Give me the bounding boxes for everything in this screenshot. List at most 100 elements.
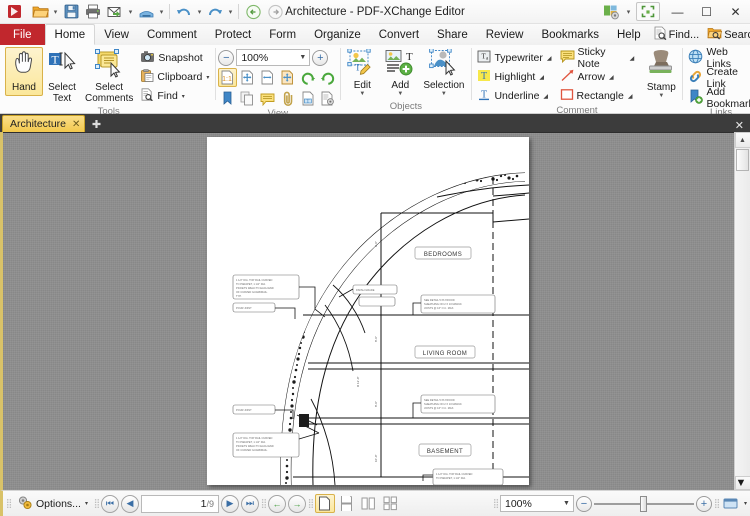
qat-scan-button[interactable] (135, 2, 157, 22)
customize-ribbon-caret[interactable]: ▾ (624, 2, 633, 22)
tab-comment[interactable]: Comment (138, 24, 206, 45)
toolbar-grip[interactable] (6, 495, 11, 513)
zoom-group-grip[interactable] (493, 495, 498, 513)
properties-pane-icon[interactable] (318, 89, 337, 108)
rectangle-caret[interactable]: ◢ (628, 93, 633, 100)
find-tool-button[interactable]: Find ▾ (137, 87, 212, 105)
add-bookmark-button[interactable]: Add Bookmark (685, 89, 750, 107)
scroll-up-arrow-icon[interactable]: ▲ (735, 132, 750, 148)
chevron-down-icon[interactable]: ▼ (563, 500, 570, 507)
document-tab-architecture[interactable]: Architecture ✕ (2, 115, 85, 132)
status-zoom-in-button[interactable]: + (696, 496, 712, 512)
qat-undo-caret[interactable]: ▾ (195, 2, 204, 22)
arrow-button[interactable]: Arrow ◢ (557, 68, 638, 86)
sticky-note-button[interactable]: Sticky Note ◢ (557, 49, 638, 67)
fit-page-icon[interactable] (238, 68, 257, 87)
rotate-right-icon[interactable] (318, 68, 337, 87)
typewriter-button[interactable]: T a Typewriter ◢ (474, 49, 554, 67)
search-button[interactable]: Search... (704, 25, 750, 44)
two-page-continuous-mode-icon[interactable] (381, 494, 401, 513)
tab-convert[interactable]: Convert (370, 24, 428, 45)
viewmode-group-grip[interactable] (308, 495, 313, 513)
web-links-button[interactable]: Web Links ▾ (685, 49, 750, 67)
options-caret[interactable]: ▾ (85, 500, 88, 507)
panel-group-grip[interactable] (714, 495, 719, 513)
comments-pane-icon[interactable] (258, 89, 277, 108)
last-page-button[interactable]: ⏭ (241, 495, 259, 513)
toggle-panel-icon[interactable] (721, 494, 741, 513)
fields-pane-icon[interactable]: T (298, 89, 317, 108)
selection-objects-button[interactable]: Selection ▼ (419, 47, 468, 99)
zoom-slider[interactable] (594, 495, 694, 513)
qat-save-button[interactable] (60, 2, 82, 22)
rotate-left-icon[interactable] (298, 68, 317, 87)
next-view-button[interactable]: → (288, 495, 306, 513)
qat-email-caret[interactable]: ▾ (126, 2, 135, 22)
sticky-note-caret[interactable]: ◢ (630, 55, 635, 62)
tab-review[interactable]: Review (477, 24, 533, 45)
thumbnails-pane-icon[interactable] (238, 89, 257, 108)
two-page-mode-icon[interactable] (359, 494, 379, 513)
minimize-button[interactable]: — (663, 0, 692, 24)
new-tab-button[interactable]: ✚ (88, 117, 104, 132)
chevron-down-icon[interactable]: ▼ (299, 54, 306, 61)
customize-ribbon-icon[interactable] (598, 1, 624, 23)
qat-previous-view-button[interactable] (242, 2, 264, 22)
fit-visible-icon[interactable] (278, 68, 297, 87)
maximize-button[interactable]: ☐ (692, 0, 721, 24)
next-page-button[interactable]: ▶ (221, 495, 239, 513)
tab-share[interactable]: Share (428, 24, 477, 45)
fit-width-icon[interactable] (258, 68, 277, 87)
qat-open-caret[interactable]: ▾ (51, 2, 60, 22)
snapshot-button[interactable]: Snapshot (137, 49, 212, 67)
qat-next-view-button[interactable] (264, 2, 286, 22)
underline-button[interactable]: T Underline ◢ (474, 87, 554, 105)
tab-form[interactable]: Form (260, 24, 305, 45)
qat-undo-button[interactable] (173, 2, 195, 22)
tab-home[interactable]: Home (45, 24, 96, 45)
first-page-button[interactable]: ⏮ (101, 495, 119, 513)
close-icon[interactable]: ✕ (72, 119, 80, 130)
stamp-caret[interactable]: ▼ (658, 94, 664, 99)
zoom-out-button[interactable]: − (218, 50, 234, 66)
page-number-input[interactable]: 1 /9 (141, 495, 219, 513)
close-button[interactable]: ✕ (721, 0, 750, 24)
vertical-scrollbar[interactable]: ▲ ▼ (734, 132, 750, 490)
scroll-down-arrow-icon[interactable]: ▼ (735, 476, 750, 490)
clipboard-caret[interactable]: ▾ (206, 74, 209, 81)
zoom-slider-knob[interactable] (640, 496, 647, 512)
qat-redo-caret[interactable]: ▾ (226, 2, 235, 22)
nav-group-grip[interactable] (94, 495, 99, 513)
previous-view-button[interactable]: ← (268, 495, 286, 513)
highlight-caret[interactable]: ◢ (539, 74, 544, 81)
selection-objects-caret[interactable]: ▼ (441, 92, 447, 97)
previous-page-button[interactable]: ◀ (121, 495, 139, 513)
clipboard-button[interactable]: Clipboard ▾ (137, 68, 212, 86)
typewriter-caret[interactable]: ◢ (547, 55, 552, 62)
actual-size-icon[interactable]: 1:1 (218, 68, 237, 87)
status-zoom-input[interactable]: 100% ▼ (500, 495, 574, 512)
fullscreen-icon[interactable] (636, 2, 660, 21)
find-button[interactable]: Find... (650, 25, 703, 44)
pdf-page[interactable]: BEDROOMS LIVING ROOM BASEMENT (207, 137, 529, 485)
rectangle-button[interactable]: Rectangle ◢ (557, 87, 638, 105)
find-tool-caret[interactable]: ▾ (182, 93, 185, 100)
tab-help[interactable]: Help (608, 24, 650, 45)
select-text-button[interactable]: T SelectText (43, 47, 81, 106)
history-group-grip[interactable] (261, 495, 266, 513)
add-objects-button[interactable]: T Add ▼ (381, 47, 419, 99)
qat-email-button[interactable] (104, 2, 126, 22)
qat-scan-caret[interactable]: ▾ (157, 2, 166, 22)
scrollbar-thumb[interactable] (736, 149, 749, 171)
qat-redo-button[interactable] (204, 2, 226, 22)
attachments-pane-icon[interactable] (278, 89, 297, 108)
close-all-tabs-button[interactable]: ✕ (732, 119, 747, 132)
bookmarks-pane-icon[interactable] (218, 89, 237, 108)
edit-objects-button[interactable]: T Edit ▼ (343, 47, 381, 99)
qat-print-button[interactable] (82, 2, 104, 22)
add-objects-caret[interactable]: ▼ (397, 92, 403, 97)
edit-objects-caret[interactable]: ▼ (359, 92, 365, 97)
zoom-level-input[interactable]: 100% ▼ (236, 49, 310, 66)
highlight-button[interactable]: T Highlight ◢ (474, 68, 554, 86)
underline-caret[interactable]: ◢ (543, 93, 548, 100)
